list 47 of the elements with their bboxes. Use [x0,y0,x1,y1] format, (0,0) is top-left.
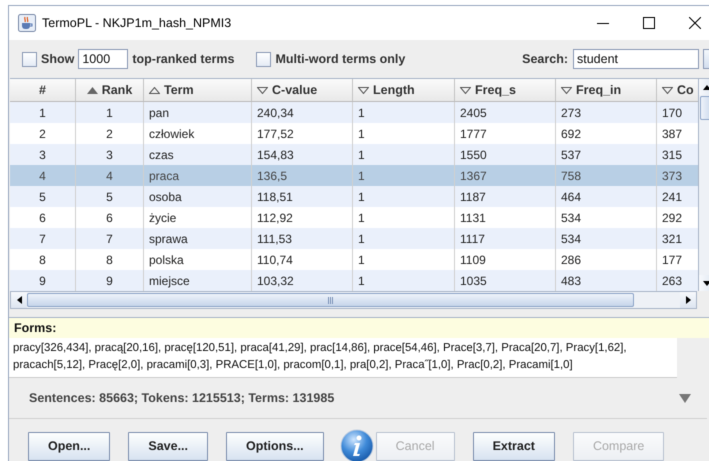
column-header[interactable]: Freq_s [455,79,556,101]
column-header[interactable]: Freq_in [556,79,657,101]
horizontal-scrollbar[interactable] [10,291,697,309]
forms-label: Forms: [9,318,709,338]
search-label: Search: [522,52,568,66]
table-row[interactable]: 1 1 pan 240,34 1 2405 273 170 [10,102,698,123]
sort-down-icon [257,86,268,94]
column-header[interactable]: # [10,79,76,101]
statistics-text: Sentences: 85663; Tokens: 1215513; Terms: 131985 [29,391,334,405]
window-title: TermoPL - NKJP1m_hash_NPMI3 [42,16,232,30]
coffee-cup-icon [18,14,36,32]
sort-down-icon [358,86,369,94]
sort-up-icon [86,86,98,94]
scroll-up-icon[interactable] [703,84,709,90]
table-row[interactable]: 3 3 czas 154,83 1 1550 537 315 [10,144,698,165]
count-field[interactable]: 1000 [78,49,128,69]
sort-down-icon [662,86,673,94]
checkbox[interactable] [256,52,272,66]
expand-icon[interactable] [679,394,691,402]
search-field[interactable]: student [573,49,699,69]
table-row[interactable]: 4 4 praca 136,5 1 1367 758 373 [10,165,698,186]
table-row[interactable]: 9 9 miejsce 103,32 1 1035 483 263 [10,270,698,291]
column-header[interactable]: Term [144,79,252,101]
scroll-right-icon[interactable] [686,296,690,304]
dialog-button[interactable]: Open... [28,432,110,460]
dialog-button[interactable]: Extract [472,432,555,460]
scroll-down-icon[interactable] [703,280,709,286]
column-header[interactable]: Rank [76,79,144,101]
column-header[interactable]: C-value [252,79,353,101]
checkbox-label: Show [41,52,74,66]
checkbox[interactable] [22,52,37,66]
table-row[interactable]: 7 7 sprawa 111,53 1 1117 534 321 [10,228,698,249]
grip-icon[interactable] [328,296,334,304]
sort-up-icon [149,86,160,94]
dialog-button[interactable]: Save... [128,432,208,460]
column-header[interactable]: Length [353,79,455,101]
checkbox-label: Multi-word terms only [275,52,406,66]
dialog-button[interactable]: Options... [226,432,324,460]
info-icon[interactable] [340,429,374,461]
sort-down-icon [460,86,471,94]
table-row[interactable]: 5 5 osoba 118,51 1 1187 464 241 [10,186,698,207]
sort-down-icon [561,86,572,94]
scroll-left-icon[interactable] [16,296,22,304]
close-icon[interactable] [689,17,701,29]
maximize-icon[interactable] [643,17,655,29]
forms-text: pracy[326,434], pracą[20,16], pracę[120,51], praca[41,29], prac[14,86], prace[54,46], Prace[3,7], Praca[20,7], Pracy[1,62], pracach[5,12], Pracę[2,0], pracami[0,3], PRACE[1,0], pracom[0,1], pra[0,2], Praca˝[1,0], Prac[0,2], Pracami[1,0] [9,338,677,378]
count-label: top-ranked terms [132,52,234,66]
